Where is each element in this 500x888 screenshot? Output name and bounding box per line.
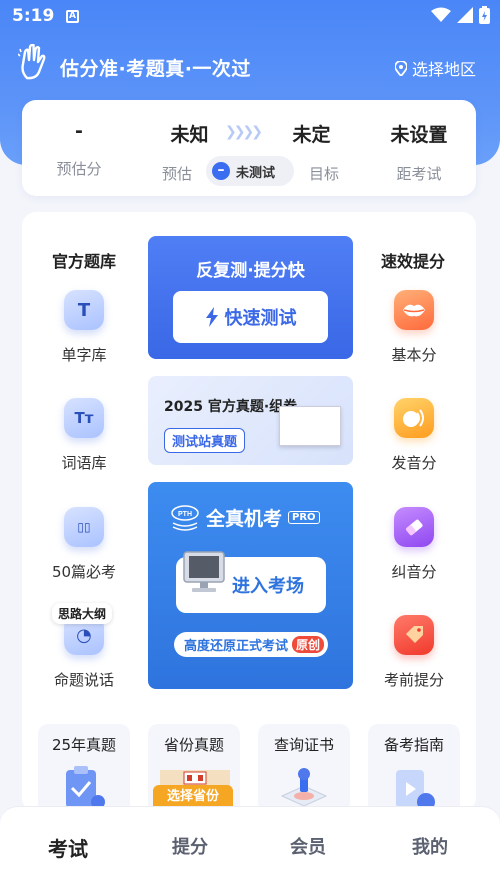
word-bank[interactable]: Tт 词语库 [44,398,124,473]
letters-tt-icon: Tт [64,398,104,438]
letter-t-icon: T [64,290,104,330]
header-slogan: 估分准·考题真·一次过 [60,58,251,80]
mock-exam-banner[interactable]: PTH 全真机考 PRO 进入考场 高度还原正式考试 原创 [148,482,353,689]
progress-arrows-icon: ❯❯❯❯ [225,124,263,140]
system-icons [431,6,490,24]
official-bank-title: 官方题库 [52,252,117,271]
basic-score[interactable]: 基本分 [374,290,454,365]
wifi-icon [431,7,451,22]
book-icon: ▯▯ [64,507,104,547]
fifty-essays-label: 50篇必考 [51,563,117,581]
correction-score[interactable]: 纠音分 [374,507,454,582]
header-row: 估分准·考题真·一次过 选择地区 [18,44,488,84]
region-selector[interactable]: 选择地区 [394,56,476,80]
quick-test-banner-title: 反复测·提分快 [196,261,305,281]
estimated-score-value: - [75,120,83,142]
location-pin-icon [394,60,407,76]
realistic-exam-text: 高度还原正式考试 [184,639,289,654]
nav-tab-membership[interactable]: 会员 [268,833,348,859]
shortcut-2025-papers-label: 25年真题 [51,736,117,754]
official-paper-title: 2025 官方真题·组卷 [164,399,298,415]
exam-countdown[interactable]: 未设置 距考试 [384,120,454,184]
nav-tab-boost[interactable]: 提分 [150,833,230,859]
shortcut-province-papers-label: 省份真题 [163,736,224,754]
signal-icon [457,7,473,23]
pre-exam-boost[interactable]: 考前提分 [374,615,454,690]
region-label: 选择地区 [411,60,476,79]
target-score[interactable]: 未定 目标 [284,120,339,184]
pronunciation-score-label: 发音分 [391,454,437,472]
estimated-score[interactable]: - 预估分 [54,120,104,179]
hand-logo-icon [18,44,46,80]
mock-exam-title: 全真机考 [206,508,283,530]
sound-bubble-icon [394,398,434,438]
basic-score-label: 基本分 [391,346,437,364]
topic-speaking[interactable]: ◔ 命题说话 [44,615,124,690]
target-value: 未定 [292,124,331,146]
enter-exam-label: 进入考场 [232,576,304,597]
test-station-chip[interactable]: 测试站真题 [164,428,246,453]
minus-icon: – [212,162,230,180]
quick-test-button-label: 快速测试 [224,308,297,329]
pre-exam-boost-label: 考前提分 [383,671,444,689]
exam-paper-image [279,406,341,446]
stamp-certificate-icon [280,768,328,807]
pth-logo-text: PTH [178,511,192,518]
shortcut-prep-guide-label: 备考指南 [383,736,444,754]
lips-icon [394,290,434,330]
untested-label: 未测试 [236,165,276,181]
outline-tag: 思路大纲 [52,603,113,624]
estimated-score-label: 预估分 [56,160,102,178]
pro-badge: PRO [288,511,320,524]
notification-icon: A [66,10,79,23]
nav-tab-mine[interactable]: 我的 [390,833,470,859]
quick-test-banner[interactable]: 反复测·提分快 快速测试 [148,236,353,359]
battery-icon [479,6,490,24]
countdown-label: 距考试 [396,165,442,183]
shortcut-prep-guide[interactable]: 备考指南 [368,724,460,814]
topic-speaking-label: 命题说话 [53,671,114,689]
single-char-bank-label: 单字库 [61,346,107,364]
eraser-icon [394,507,434,547]
official-paper-banner[interactable]: 2025 官方真题·组卷 测试站真题 [148,376,353,465]
pth-logo-icon: PTH [171,504,199,531]
shortcut-certificate-query-label: 查询证书 [273,736,334,754]
correction-score-label: 纠音分 [391,563,437,581]
original-badge: 原创 [292,636,325,653]
status-bar: 5:19 A [0,0,500,34]
single-char-bank[interactable]: T 单字库 [44,290,124,365]
clipboard-check-icon [66,766,105,809]
nav-tab-exam[interactable]: 考试 [28,833,108,862]
bottom-navigation: 考试 提分 会员 我的 [0,806,500,888]
price-tag-icon [394,615,434,655]
video-guide-icon [396,770,435,810]
computer-monitor-icon [183,551,225,592]
fifty-essays[interactable]: ▯▯ 50篇必考 [44,507,124,582]
quick-score-title: 速效提分 [381,252,446,271]
shortcut-certificate-query[interactable]: 查询证书 [258,724,350,814]
lightning-icon [205,307,218,327]
quick-test-button[interactable]: 快速测试 [173,291,328,343]
predict-value: 未知 [170,124,209,146]
realistic-exam-tagline: 高度还原正式考试 原创 [174,632,329,657]
shortcut-2025-papers[interactable]: 25年真题 [38,724,130,814]
pronunciation-score[interactable]: 发音分 [374,398,454,473]
target-label: 目标 [308,165,339,183]
score-summary-card: - 预估分 未知 预估 ❯❯❯❯ – 未测试 未定 目标 未设置 距考试 [22,100,476,196]
word-bank-label: 词语库 [61,454,107,472]
untested-status-pill[interactable]: – 未测试 [206,156,294,186]
status-time: 5:19 [12,6,55,26]
countdown-value: 未设置 [390,124,448,146]
mock-exam-brand: PTH 全真机考 PRO [170,504,320,531]
